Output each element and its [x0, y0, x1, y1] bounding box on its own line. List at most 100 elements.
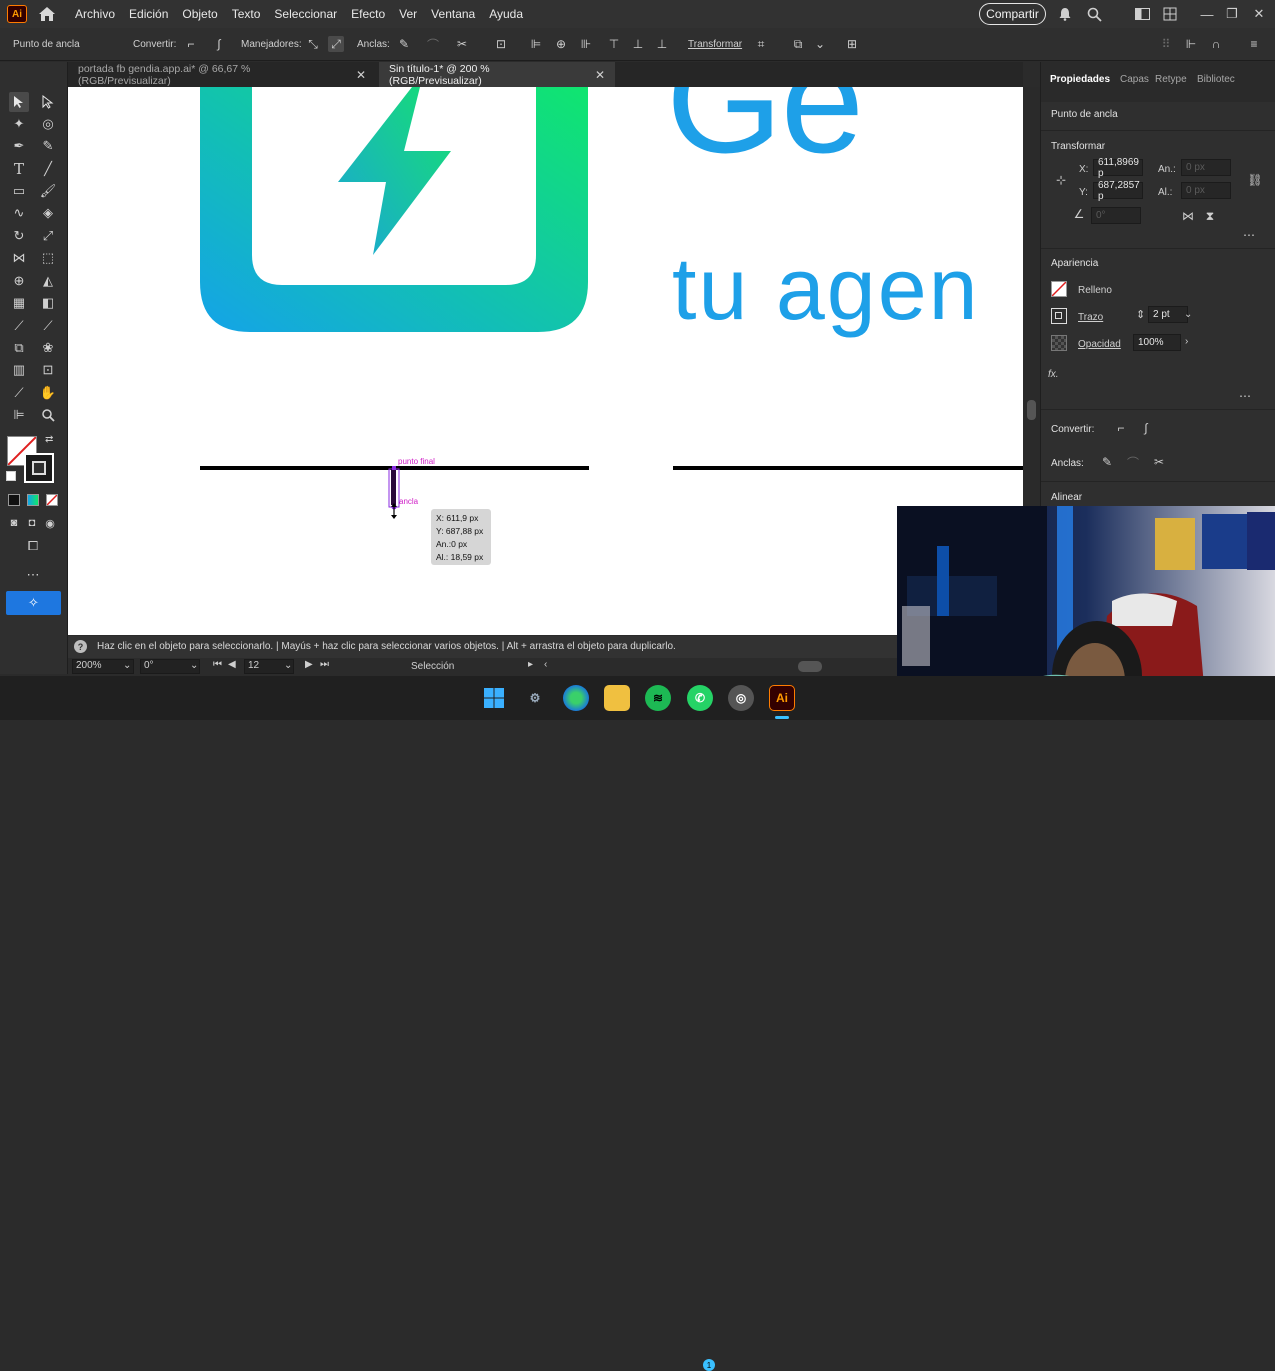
home-icon[interactable] — [37, 4, 57, 24]
convert-smooth-icon[interactable]: ∫ — [1138, 420, 1154, 436]
help-icon[interactable]: ? — [74, 640, 87, 653]
y-field[interactable]: 687,2857 p — [1093, 180, 1143, 202]
horizontal-scroll-thumb[interactable] — [798, 661, 822, 672]
free-transform-tool-icon[interactable]: ⬚ — [38, 248, 58, 268]
status-menu-icon[interactable]: ▸ — [528, 659, 533, 670]
align-right-icon[interactable]: ⊪ — [578, 36, 594, 52]
magic-wand-tool-icon[interactable]: ✦ — [9, 114, 29, 134]
none-mode-icon[interactable] — [46, 494, 58, 506]
chevron-down-icon[interactable]: ⌄ — [1184, 309, 1192, 320]
symbol-sprayer-tool-icon[interactable]: ❀ — [38, 338, 58, 358]
close-icon[interactable]: ✕ — [595, 68, 605, 82]
tab-layers[interactable]: Capas — [1120, 74, 1149, 85]
show-handles-icon[interactable]: ⤡ — [305, 36, 321, 52]
constrain-proportions-icon[interactable]: ⛓ — [1247, 172, 1263, 188]
tab-portada[interactable]: portada fb gendia.app.ai* @ 66,67 % (RGB… — [68, 62, 376, 87]
menu-archivo[interactable]: Archivo — [75, 7, 115, 21]
chevron-down-icon[interactable]: ⌄ — [812, 36, 828, 52]
paintbrush-tool-icon[interactable]: 🖌 — [38, 181, 58, 201]
rotate-tool-icon[interactable]: ↻ — [9, 226, 29, 246]
height-field[interactable]: 0 px — [1181, 182, 1231, 199]
gradient-mode-icon[interactable] — [27, 494, 39, 506]
eraser-tool-icon[interactable]: ◈ — [38, 203, 58, 223]
more-options-icon[interactable]: ⋯ — [1237, 388, 1253, 404]
transform-bounds-icon[interactable]: ⌗ — [753, 36, 769, 52]
settings-gear-icon[interactable]: ⚙ — [522, 685, 548, 711]
menu-ayuda[interactable]: Ayuda — [489, 7, 523, 21]
selection-tool-icon[interactable] — [9, 92, 29, 112]
zoom-tool-icon[interactable] — [38, 405, 58, 425]
menu-ver[interactable]: Ver — [399, 7, 417, 21]
edge-browser-icon[interactable] — [563, 685, 589, 711]
spotify-icon[interactable]: ≋ — [645, 685, 671, 711]
eyedropper-tool-icon[interactable]: ⟋ — [9, 316, 29, 336]
stroke-swatch[interactable] — [24, 453, 54, 483]
blend-tool-icon[interactable]: ⧉ — [9, 338, 29, 358]
align-panel-icon[interactable]: ⊩ — [1183, 36, 1199, 52]
align-left-icon[interactable]: ⊫ — [528, 36, 544, 52]
close-icon[interactable]: ✕ — [356, 68, 366, 82]
slice-tool-icon[interactable]: ⟋ — [9, 383, 29, 403]
share-button[interactable]: Compartir — [979, 3, 1046, 25]
align-center-h-icon[interactable]: ⊕ — [553, 36, 569, 52]
prev-artboard-icon[interactable]: ◀ — [228, 659, 236, 670]
generative-icon[interactable]: ✧ — [6, 591, 61, 615]
shape-builder-tool-icon[interactable]: ⊕ — [9, 271, 29, 291]
arrange-documents-icon[interactable] — [1133, 5, 1151, 23]
effects-icon[interactable]: fx. — [1048, 369, 1059, 380]
scrollbar-thumb[interactable] — [1027, 400, 1036, 420]
toolbar-edit-icon[interactable]: ⊫ — [9, 405, 29, 425]
isolate-icon[interactable]: ⊞ — [844, 36, 860, 52]
stroke-stepper-icon[interactable]: ⇕ — [1136, 308, 1145, 321]
illustrator-taskbar-icon[interactable]: Ai — [769, 685, 795, 711]
gradient-tool-icon[interactable]: ◧ — [38, 293, 58, 313]
tab-properties[interactable]: Propiedades — [1050, 74, 1110, 85]
cut-path-icon[interactable]: ✂ — [454, 36, 470, 52]
stroke-label[interactable]: Trazo — [1078, 312, 1103, 323]
transform-link[interactable]: Transformar — [688, 39, 742, 50]
close-window-icon[interactable]: ✕ — [1250, 5, 1268, 23]
lasso-tool-icon[interactable]: ◎ — [38, 114, 58, 134]
menu-edicion[interactable]: Edición — [129, 7, 168, 21]
x-field[interactable]: 611,8969 p — [1093, 157, 1143, 179]
minimize-icon[interactable]: — — [1198, 5, 1216, 23]
width-field[interactable]: 0 px — [1181, 159, 1231, 176]
screen-mode-icon[interactable]: ⧠ — [23, 536, 43, 556]
reference-point-icon[interactable]: ⊹ — [1053, 172, 1069, 188]
draw-inside-icon[interactable]: ◉ — [40, 513, 60, 533]
width-tool-icon[interactable]: ⋈ — [9, 248, 29, 268]
convert-corner-icon[interactable]: ⌐ — [183, 36, 199, 52]
tab-libraries[interactable]: Bibliotec — [1197, 74, 1235, 85]
remove-anchor-icon[interactable]: ✎ — [396, 36, 412, 52]
more-options-icon[interactable]: ⋯ — [1241, 227, 1257, 243]
tab-sin-titulo[interactable]: Sin título-1* @ 200 % (RGB/Previsualizar… — [379, 62, 615, 87]
draw-normal-icon[interactable]: ◙ — [4, 513, 24, 533]
next-artboard-icon[interactable]: ▶ — [305, 659, 313, 670]
chevron-down-icon[interactable]: ⌄ — [190, 660, 198, 671]
convert-corner-icon[interactable]: ⌐ — [1113, 420, 1129, 436]
hide-handles-icon[interactable]: ⤢ — [328, 36, 344, 52]
panel-menu-icon[interactable]: ≡ — [1246, 36, 1262, 52]
remove-anchor-icon[interactable]: ✎ — [1099, 454, 1115, 470]
scale-tool-icon[interactable]: ⤢ — [38, 226, 58, 246]
opacity-label[interactable]: Opacidad — [1078, 339, 1121, 350]
whatsapp-icon[interactable]: ✆ — [687, 685, 713, 711]
curvature-tool-icon[interactable]: ✎ — [38, 136, 58, 156]
color-mode-icon[interactable] — [8, 494, 20, 506]
mesh-tool-icon[interactable]: ▦ — [9, 293, 29, 313]
opacity-field[interactable]: 100% — [1133, 334, 1181, 351]
menu-texto[interactable]: Texto — [232, 7, 261, 21]
windows-start-icon[interactable] — [481, 685, 507, 711]
connect-anchor-icon[interactable]: ⌒ — [1125, 454, 1141, 470]
obs-icon[interactable]: ◎ — [728, 685, 754, 711]
bell-icon[interactable] — [1056, 5, 1074, 23]
stroke-swatch-panel[interactable] — [1051, 308, 1067, 324]
connect-anchor-icon[interactable]: ⌒ — [425, 36, 441, 52]
chevron-down-icon[interactable]: ⌄ — [123, 660, 131, 671]
chevron-down-icon[interactable]: ⌄ — [284, 660, 292, 671]
align-dropdown-icon[interactable]: ⊡ — [493, 36, 509, 52]
graph-tool-icon[interactable]: ▥ — [9, 360, 29, 380]
warp-icon[interactable]: ⧉ — [790, 36, 806, 52]
measure-tool-icon[interactable]: ⟋ — [38, 316, 58, 336]
tab-retype[interactable]: Retype — [1155, 74, 1187, 85]
